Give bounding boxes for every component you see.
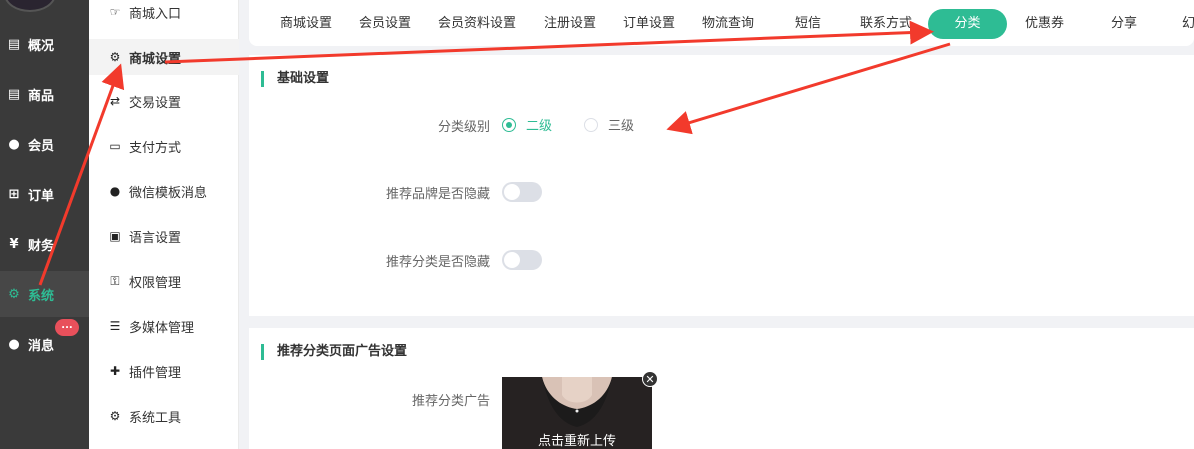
sub-item-label: 微信模板消息 <box>129 185 208 201</box>
avatar[interactable] <box>4 0 56 12</box>
key-icon: ⚿ <box>110 273 120 288</box>
tab-order-settings[interactable]: 订单设置 <box>623 9 675 39</box>
radio-empty-icon <box>584 117 598 132</box>
nav-item-goods[interactable]: ▤ 商品 <box>0 71 89 117</box>
sub-item-label: 语言设置 <box>129 230 182 246</box>
hide-category-label: 推荐分类是否隐藏 <box>385 255 490 270</box>
section-title: 基础设置 <box>261 71 329 87</box>
tab-register[interactable]: 注册设置 <box>544 9 596 39</box>
tab-contact[interactable]: 联系方式 <box>860 9 912 39</box>
main-nav: ▤ 概况 ▤ 商品 ● 会员 ⊞ 订单 ¥ 财务 ⚙ 系统 ● 消息 ... <box>0 0 89 449</box>
nav-item-label: 消息 <box>28 338 55 354</box>
gear-icon: ⚙ <box>109 50 121 64</box>
wechat-icon: ● <box>109 184 121 198</box>
level-option-three[interactable]: 三级 <box>584 115 634 134</box>
dashboard-icon: ▤ <box>7 36 21 52</box>
list-icon: ☰ <box>109 319 121 333</box>
section-title: 推荐分类页面广告设置 <box>261 344 407 360</box>
tab-slide[interactable]: 幻 <box>1182 9 1194 39</box>
tab-mall-settings[interactable]: 商城设置 <box>280 9 332 39</box>
tab-coupon[interactable]: 优惠券 <box>1025 9 1064 39</box>
users-icon: ● <box>8 136 20 152</box>
sub-item-label: 支付方式 <box>129 140 182 156</box>
ad-settings-card: 推荐分类页面广告设置 推荐分类广告 点击重新上传 ✕ <box>249 328 1194 449</box>
exchange-icon: ⇄ <box>109 94 121 108</box>
tab-member-profile[interactable]: 会员资料设置 <box>438 9 516 39</box>
tab-member-settings[interactable]: 会员设置 <box>359 9 411 39</box>
sub-item-mall-settings[interactable]: ⚙ 商城设置 <box>89 39 239 75</box>
nav-item-label: 商品 <box>28 88 55 104</box>
nav-item-label: 订单 <box>28 188 55 204</box>
nav-item-label: 概况 <box>28 38 55 54</box>
radio-label: 三级 <box>608 119 635 134</box>
sub-item-label: 插件管理 <box>129 365 182 381</box>
level-option-two[interactable]: 二级 <box>502 115 552 134</box>
radio-label: 二级 <box>526 119 553 134</box>
radio-selected-icon <box>502 117 516 132</box>
cart-icon: ⊞ <box>8 186 20 202</box>
tab-sms[interactable]: 短信 <box>795 9 821 39</box>
sub-item-media[interactable]: ☰ 多媒体管理 <box>89 308 239 344</box>
nav-item-orders[interactable]: ⊞ 订单 <box>0 171 89 217</box>
sub-item-label: 系统工具 <box>129 410 182 426</box>
sub-item-label: 商城入口 <box>129 6 182 22</box>
nav-item-overview[interactable]: ▤ 概况 <box>0 21 89 67</box>
puzzle-icon: ✚ <box>109 364 121 378</box>
tab-category[interactable]: 分类 <box>928 9 1007 39</box>
hide-brand-toggle[interactable] <box>502 182 542 202</box>
ad-image-upload[interactable]: 点击重新上传 <box>502 377 652 449</box>
basic-settings-card: 基础设置 分类级别 二级 三级 推荐品牌是否隐藏 推荐分类是否隐藏 <box>249 55 1194 316</box>
yen-icon: ¥ <box>9 236 19 252</box>
sub-item-wechat-template[interactable]: ● 微信模板消息 <box>89 173 239 209</box>
nav-item-system[interactable]: ⚙ 系统 <box>0 271 89 317</box>
gears-icon: ⚙ <box>8 286 20 302</box>
sub-item-language[interactable]: ▣ 语言设置 <box>89 218 239 254</box>
hide-category-toggle[interactable] <box>502 250 542 270</box>
sub-item-label: 权限管理 <box>129 275 182 291</box>
tab-logistics[interactable]: 物流查询 <box>702 9 754 39</box>
hide-brand-label: 推荐品牌是否隐藏 <box>385 187 490 202</box>
sub-item-permissions[interactable]: ⚿ 权限管理 <box>89 263 239 299</box>
hand-point-icon: ☞ <box>109 5 121 19</box>
sub-item-trade-settings[interactable]: ⇄ 交易设置 <box>89 83 239 119</box>
language-icon: ▣ <box>109 229 121 243</box>
settings-tabs: 商城设置 会员设置 会员资料设置 注册设置 订单设置 物流查询 短信 联系方式 … <box>249 0 1194 46</box>
close-icon[interactable]: ✕ <box>642 371 658 387</box>
sub-item-plugins[interactable]: ✚ 插件管理 <box>89 353 239 389</box>
nav-item-members[interactable]: ● 会员 <box>0 121 89 167</box>
wrench-gear-icon: ⚙ <box>109 409 121 423</box>
nav-item-label: 财务 <box>28 238 55 254</box>
category-level-label: 分类级别 <box>437 120 490 135</box>
nav-item-label: 系统 <box>28 288 55 304</box>
sub-item-label: 交易设置 <box>129 95 182 111</box>
reupload-caption: 点击重新上传 <box>537 434 616 449</box>
ad-label: 推荐分类广告 <box>411 394 490 409</box>
chat-icon: ● <box>8 336 20 352</box>
tab-share[interactable]: 分享 <box>1111 9 1137 39</box>
sub-item-payment[interactable]: ▭ 支付方式 <box>89 128 239 164</box>
message-badge: ... <box>55 319 79 336</box>
sub-menu: ☞ 商城入口 ⚙ 商城设置 ⇄ 交易设置 ▭ 支付方式 ● 微信模板消息 ▣ 语… <box>89 0 239 449</box>
sub-item-mall-entry[interactable]: ☞ 商城入口 <box>89 0 239 30</box>
credit-card-icon: ▭ <box>109 139 121 153</box>
nav-item-label: 会员 <box>28 138 55 154</box>
sub-item-label: 多媒体管理 <box>129 320 195 336</box>
sub-item-label: 商城设置 <box>129 51 182 67</box>
nav-item-finance[interactable]: ¥ 财务 <box>0 221 89 267</box>
sub-item-system-tools[interactable]: ⚙ 系统工具 <box>89 398 239 434</box>
goods-icon: ▤ <box>7 86 21 102</box>
